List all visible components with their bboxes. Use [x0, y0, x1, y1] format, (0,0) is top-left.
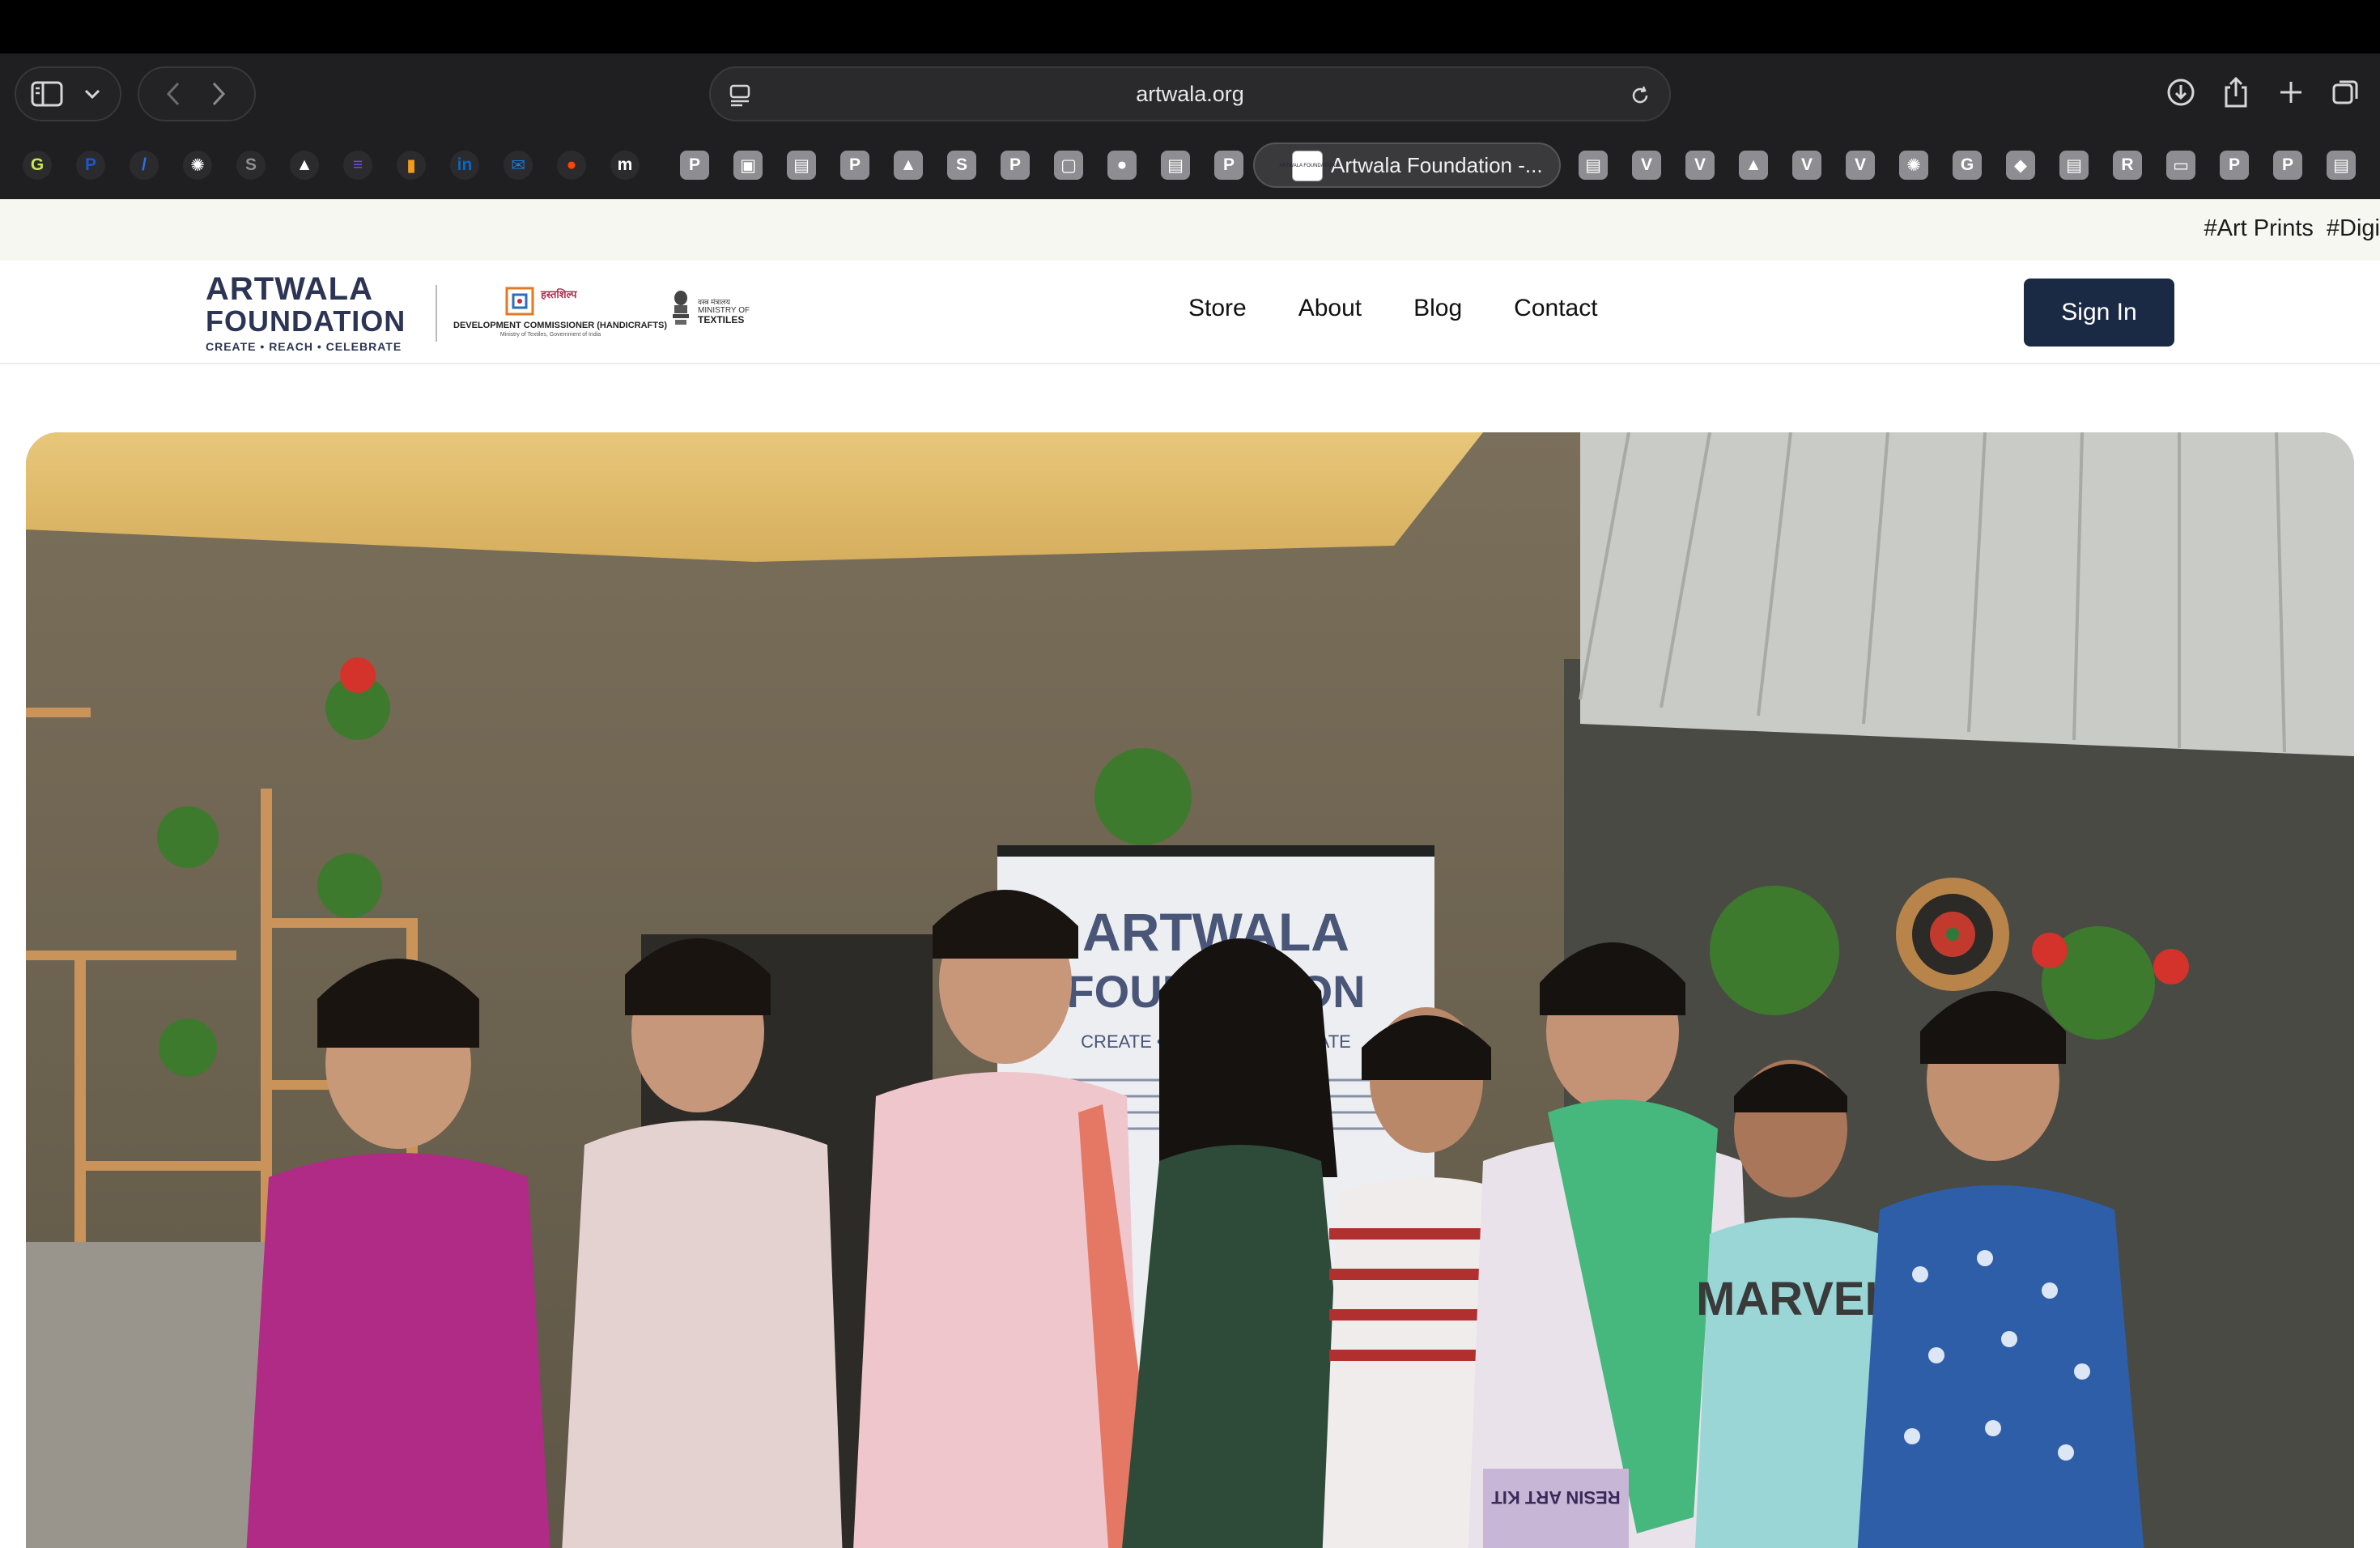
main-navigation: Store About Blog Contact — [1188, 295, 1598, 322]
linkedin-icon[interactable]: in — [450, 151, 479, 180]
tab-favicon-icon[interactable]: ▲ — [894, 151, 923, 180]
brand-line1: ARTWALA — [206, 271, 373, 307]
nav-store[interactable]: Store — [1188, 295, 1247, 322]
tab-favicon-icon[interactable]: ✺ — [1899, 151, 1928, 180]
brand-line2: FOUNDATION — [206, 304, 406, 338]
tab-favicon-icon[interactable]: ▢ — [1054, 151, 1083, 180]
sidebar-toggle-group[interactable] — [15, 66, 121, 121]
tab-favicon-icon[interactable]: ▤ — [2059, 151, 2089, 180]
site-header: ARTWALA FOUNDATION CREATE • REACH • CELE… — [0, 261, 2380, 364]
nav-about[interactable]: About — [1298, 295, 1362, 322]
browser-chrome: artwala.org G P / ✺ S ▲ ≡ ▮ in ✉ ● m P ▣ ▤ P ▲ S P ▢ ● ▤ P ARTW… — [0, 53, 2380, 199]
reload-icon[interactable] — [1617, 73, 1663, 118]
openai-icon[interactable]: ✺ — [183, 151, 212, 180]
tab-favicon-icon[interactable]: P — [680, 151, 709, 180]
tab-favicon-icon[interactable]: V — [1632, 151, 1661, 180]
ministry-of-textiles-logo: वस्त्र मंत्रालय MINISTRY OF TEXTILES — [670, 290, 759, 330]
sign-in-button[interactable]: Sign In — [2024, 279, 2174, 347]
handicrafts-subcaption: Ministry of Textiles, Government of Indi… — [499, 332, 601, 338]
tab-favicon-icon[interactable]: V — [1792, 151, 1821, 180]
hashtag-marquee: #Art Prints #Digi — [0, 199, 2380, 261]
history-nav-group — [138, 66, 256, 121]
active-tab[interactable]: ARTWALA FOUNDATION Artwala Foundation -..… — [1253, 142, 1561, 188]
tab-favicon-icon[interactable]: ◆ — [2006, 151, 2035, 180]
share-icon[interactable] — [2213, 70, 2259, 115]
back-arrow-icon[interactable] — [151, 71, 196, 117]
tab-favicon-icon[interactable]: V — [1846, 151, 1875, 180]
marvel-tshirt-text: MARVEL — [1696, 1273, 1893, 1325]
logo-divider — [436, 285, 437, 342]
tab-favicon-icon[interactable]: P — [2273, 151, 2302, 180]
tab-overview-icon[interactable] — [2323, 70, 2369, 115]
hero-photo-illustration: ARTWALA FOUNDATION CREATE • REACH • CELE… — [26, 432, 2354, 1548]
tab-favicon-icon[interactable]: ▲ — [1739, 151, 1768, 180]
tab-favicon-icon[interactable]: V — [1685, 151, 1715, 180]
ministry-textiles: TEXTILES — [698, 314, 745, 325]
tab-strip: G P / ✺ S ▲ ≡ ▮ in ✉ ● m P ▣ ▤ P ▲ S P ▢ ● ▤ P ARTWALA FOUNDATI… — [0, 138, 2380, 193]
tab-favicon-icon[interactable]: G — [1953, 151, 1982, 180]
tab-favicon-icon[interactable]: ● — [1107, 151, 1137, 180]
handicrafts-caption: DEVELOPMENT COMMISSIONER (HANDICRAFTS) — [453, 321, 667, 330]
handicrafts-logo: हस्तशिल्प DEVELOPMENT COMMISSIONER (HAND… — [453, 282, 667, 343]
slash-blue-icon[interactable]: / — [130, 151, 159, 180]
tab-favicon-icon[interactable]: ▤ — [2327, 151, 2356, 180]
paypal-icon[interactable]: P — [76, 151, 105, 180]
triangle-white-icon[interactable]: ▲ — [290, 151, 319, 180]
tab-favicon-icon[interactable]: ▣ — [733, 151, 763, 180]
new-tab-plus-icon[interactable] — [2268, 70, 2314, 115]
web-viewport: #Art Prints #Digi ARTWALA FOUNDATION CRE… — [0, 199, 2380, 1548]
active-tab-title: Artwala Foundation -... — [1331, 152, 1543, 177]
chatgpt-like-yellow-icon[interactable]: G — [23, 151, 52, 180]
reddit-icon[interactable]: ● — [557, 151, 586, 180]
tab-favicon-icon[interactable]: ▤ — [1579, 151, 1608, 180]
tab-favicon-icon[interactable]: P — [1001, 151, 1030, 180]
bar-chart-orange-icon[interactable]: ▮ — [397, 151, 426, 180]
toolbar-right — [2158, 70, 2369, 115]
artwala-logo[interactable]: ARTWALA FOUNDATION CREATE • REACH • CELE… — [206, 272, 416, 353]
nav-contact[interactable]: Contact — [1514, 295, 1597, 322]
tab-favicon-icon[interactable]: ▤ — [787, 151, 816, 180]
tab-favicon-icon[interactable]: R — [2113, 151, 2142, 180]
downloads-icon[interactable] — [2158, 70, 2204, 115]
brand-tagline: CREATE • REACH • CELEBRATE — [206, 340, 402, 353]
tab-favicon-icon[interactable]: P — [1214, 151, 1243, 180]
tab-favicon-icon[interactable]: P — [2220, 151, 2249, 180]
resin-kit-text: RESIN ART KIT — [1491, 1487, 1621, 1508]
handicrafts-title: हस्तशिल्प — [541, 288, 577, 300]
hashtag-item[interactable]: #Art Prints — [2204, 215, 2314, 242]
url-text[interactable]: artwala.org — [711, 68, 1669, 120]
forward-arrow-icon[interactable] — [196, 71, 241, 117]
national-emblem-icon — [673, 291, 689, 325]
s-gray-icon[interactable]: S — [236, 151, 266, 180]
macos-menubar — [0, 0, 2380, 53]
artwala-favicon-icon: ARTWALA FOUNDATION — [1279, 151, 1336, 181]
tab-favicon-icon[interactable]: ▤ — [1161, 151, 1190, 180]
hashtag-item[interactable]: #Digi — [2327, 215, 2380, 242]
chevron-down-icon[interactable] — [70, 71, 115, 117]
tab-favicon-icon[interactable]: P — [840, 151, 869, 180]
sidebar-icon[interactable] — [24, 71, 70, 117]
hero-photo: ARTWALA FOUNDATION CREATE • REACH • CELE… — [26, 432, 2354, 1548]
tab-favicon-icon[interactable]: ▭ — [2166, 151, 2195, 180]
purple-square-icon[interactable]: ≡ — [343, 151, 372, 180]
outlook-icon[interactable]: ✉ — [504, 151, 533, 180]
tab-favicon-icon[interactable]: S — [947, 151, 976, 180]
handicrafts-emblem-icon — [505, 287, 534, 316]
address-bar[interactable]: artwala.org — [709, 66, 1671, 121]
nav-blog[interactable]: Blog — [1413, 295, 1462, 322]
medium-icon[interactable]: m — [610, 151, 640, 180]
